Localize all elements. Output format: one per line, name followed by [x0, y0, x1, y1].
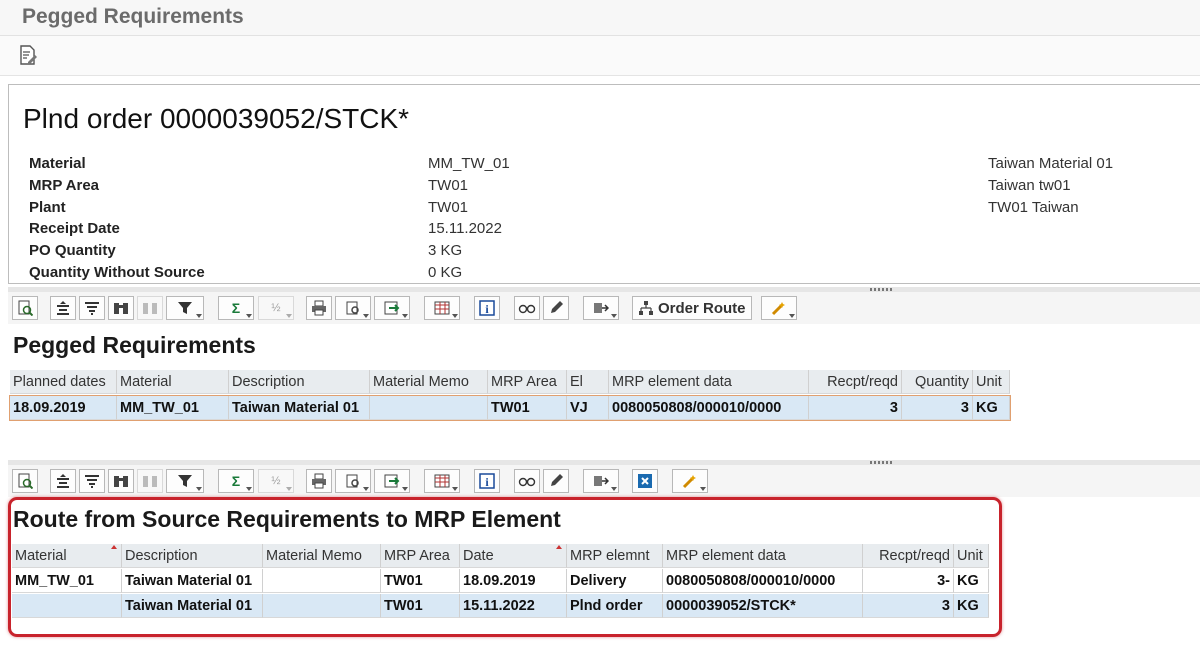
table-row[interactable]: 18.09.2019 MM_TW_01 Taiwan Material 01 T… — [9, 395, 1011, 421]
cell-planned-date[interactable]: 18.09.2019 — [10, 396, 117, 420]
print-preview-icon[interactable] — [335, 469, 371, 493]
print-icon[interactable] — [306, 296, 332, 320]
order-route-button[interactable]: Order Route — [632, 296, 752, 320]
pegged-table: Planned dates Material Description Mater… — [9, 370, 1011, 422]
cell-quantity[interactable]: 3 — [902, 396, 973, 420]
edit-pencil-icon[interactable] — [543, 296, 569, 320]
order-header-panel: Plnd order 0000039052/STCK* Material MM_… — [8, 84, 1200, 284]
window-title: Pegged Requirements — [22, 5, 244, 28]
field-label-qty-without-source: Quantity Without Source — [29, 264, 205, 281]
cell-material-memo[interactable] — [370, 396, 488, 420]
col-planned-dates[interactable]: Planned dates — [10, 370, 117, 394]
cell-mrp-area[interactable]: TW01 — [488, 396, 567, 420]
cell-description[interactable]: Taiwan Material 01 — [229, 396, 370, 420]
field-desc-mrp-area: Taiwan tw01 — [988, 177, 1071, 194]
col-material-memo[interactable]: Material Memo — [370, 370, 488, 394]
export-icon[interactable] — [374, 296, 410, 320]
subtotal-icon[interactable]: ½ — [258, 469, 294, 493]
alv-toolbar-route: Σ ½ i — [8, 465, 1200, 497]
sort-icon[interactable] — [79, 469, 105, 493]
col-quantity[interactable]: Quantity — [902, 370, 973, 394]
align-center-icon[interactable] — [50, 296, 76, 320]
filter-icon[interactable] — [166, 469, 204, 493]
cell-el[interactable]: VJ — [567, 396, 609, 420]
wand-icon[interactable] — [672, 469, 708, 493]
highlight-outline — [8, 497, 1002, 637]
field-value-plant: TW01 — [428, 199, 469, 216]
field-desc-material: Taiwan Material 01 — [988, 155, 1114, 172]
details-icon[interactable] — [12, 296, 38, 320]
print-preview-icon[interactable] — [335, 296, 371, 320]
layout-grid-icon[interactable] — [424, 469, 460, 493]
cell-material[interactable]: MM_TW_01 — [117, 396, 229, 420]
field-value-qty-without-source: 0 KG — [428, 264, 463, 281]
field-value-receipt-date: 15.11.2022 — [428, 220, 502, 237]
wand-icon[interactable] — [761, 296, 797, 320]
sort-icon[interactable] — [79, 296, 105, 320]
filter-icon[interactable] — [166, 296, 204, 320]
edit-document-icon[interactable] — [18, 44, 38, 66]
field-label-po-quantity: PO Quantity — [29, 242, 116, 259]
find-binoculars-icon[interactable] — [108, 296, 134, 320]
sum-icon[interactable]: Σ — [218, 296, 254, 320]
cell-mrp-element-data[interactable]: 0080050808/000010/0000 — [609, 396, 809, 420]
col-description[interactable]: Description — [229, 370, 370, 394]
display-glasses-icon[interactable] — [514, 469, 540, 493]
navigate-icon[interactable] — [583, 469, 619, 493]
print-icon[interactable] — [306, 469, 332, 493]
col-unit[interactable]: Unit — [973, 370, 1010, 394]
find-next-icon[interactable] — [137, 469, 163, 493]
field-value-mrp-area: TW01 — [428, 177, 469, 194]
col-mrp-element-data[interactable]: MRP element data — [609, 370, 809, 394]
field-desc-plant: TW01 Taiwan — [988, 199, 1079, 216]
order-title: Plnd order 0000039052/STCK* — [23, 103, 410, 134]
layout-grid-icon[interactable] — [424, 296, 460, 320]
subtotal-icon[interactable]: ½ — [258, 296, 294, 320]
order-route-icon — [639, 301, 653, 315]
title-bar: Pegged Requirements — [0, 0, 1200, 36]
table-header-row: Planned dates Material Description Mater… — [10, 370, 1010, 394]
field-label-receipt-date: Receipt Date — [29, 220, 120, 237]
col-mrp-area[interactable]: MRP Area — [488, 370, 567, 394]
alv-toolbar-pegged: Σ ½ i Order Route — [8, 292, 1200, 324]
edit-pencil-icon[interactable] — [543, 469, 569, 493]
find-binoculars-icon[interactable] — [108, 469, 134, 493]
splitter-grip-icon[interactable] — [870, 288, 894, 291]
field-label-plant: Plant — [29, 199, 66, 216]
info-icon[interactable]: i — [474, 469, 500, 493]
field-label-material: Material — [29, 155, 86, 172]
info-icon[interactable]: i — [474, 296, 500, 320]
find-next-icon[interactable] — [137, 296, 163, 320]
export-icon[interactable] — [374, 469, 410, 493]
app-toolbar — [0, 36, 1200, 76]
details-icon[interactable] — [12, 469, 38, 493]
field-value-po-quantity: 3 KG — [428, 242, 463, 259]
display-glasses-icon[interactable] — [514, 296, 540, 320]
cell-unit[interactable]: KG — [973, 396, 1010, 420]
sum-icon[interactable]: Σ — [218, 469, 254, 493]
navigate-icon[interactable] — [583, 296, 619, 320]
splitter-grip-icon[interactable] — [870, 461, 894, 464]
col-recpt-reqd[interactable]: Recpt/reqd — [809, 370, 902, 394]
close-icon[interactable] — [632, 469, 658, 493]
order-route-label: Order Route — [658, 299, 746, 317]
col-el[interactable]: El — [567, 370, 609, 394]
cell-recpt-reqd[interactable]: 3 — [809, 396, 902, 420]
align-center-icon[interactable] — [50, 469, 76, 493]
pegged-section-title: Pegged Requirements — [13, 332, 256, 358]
field-label-mrp-area: MRP Area — [29, 177, 100, 194]
col-material[interactable]: Material — [117, 370, 229, 394]
field-value-material: MM_TW_01 — [428, 155, 510, 172]
